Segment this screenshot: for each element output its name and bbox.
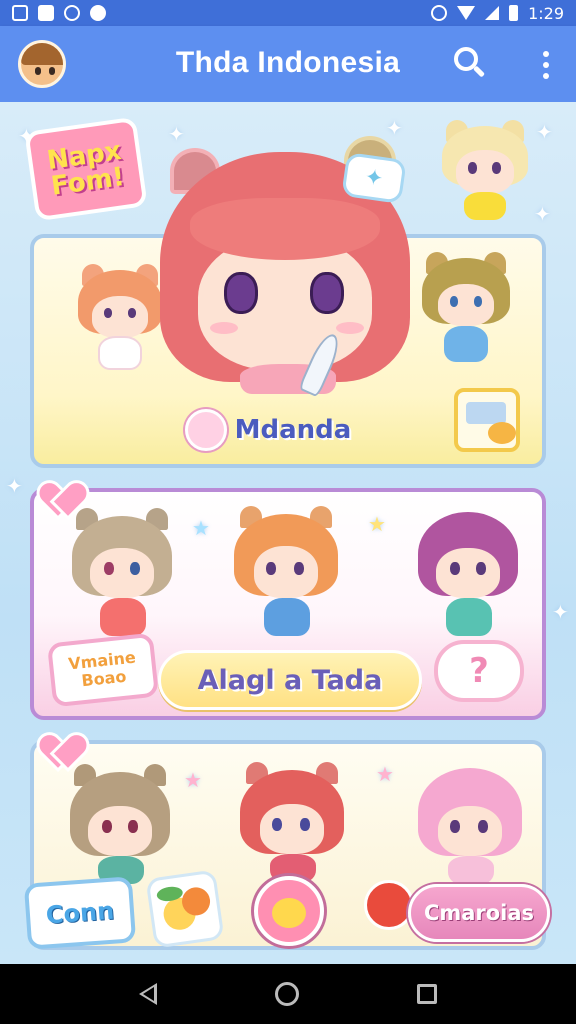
character-ginger-hair	[234, 506, 338, 638]
search-button[interactable]	[450, 44, 490, 84]
game-icon	[90, 5, 106, 21]
smiley-icon	[184, 409, 227, 451]
hero-sticker-text: Napx Fom!	[45, 136, 127, 202]
hero-sticker: Napx Fom!	[24, 116, 148, 222]
home-icon[interactable]	[275, 982, 299, 1006]
menu-dot-icon	[543, 73, 549, 79]
recent-apps-icon[interactable]	[417, 984, 437, 1004]
battery-icon	[509, 5, 519, 21]
heart-icon	[42, 734, 80, 768]
status-time: 1:29	[528, 3, 564, 23]
scenery-icon[interactable]	[454, 388, 520, 452]
star-icon: ★	[368, 512, 386, 536]
help-sticker-icon[interactable]: ?	[434, 640, 524, 702]
status-bar: 1:29	[0, 0, 576, 26]
card-3-label-button[interactable]: Cmaroias	[408, 884, 550, 942]
app-bar: Thda Indonesia	[0, 26, 576, 102]
card-1-label[interactable]: Mdanda	[180, 406, 356, 454]
fruit-icon	[145, 869, 225, 949]
character-grey-hair	[72, 508, 172, 638]
group-card[interactable]: ★ ★ Vmaine Boao Alagl a Tada ?	[30, 488, 546, 720]
sparkle-icon: ✦	[534, 202, 551, 226]
wifi-icon	[457, 6, 476, 20]
shield-icon	[64, 5, 80, 21]
alarm-icon	[431, 5, 448, 21]
star-icon: ★	[192, 516, 210, 540]
system-navigation-bar	[0, 964, 576, 1024]
overflow-menu-button[interactable]	[534, 48, 558, 82]
sparkle-icon: ✦	[6, 474, 23, 498]
character-olive-hair	[422, 252, 510, 366]
bunny-button[interactable]	[254, 876, 324, 946]
system-icons: 1:29	[431, 4, 564, 23]
star-sticker-icon: ✦	[341, 152, 407, 204]
character-blonde	[440, 120, 530, 220]
star-icon: ★	[376, 762, 394, 786]
sparkle-icon: ✦	[552, 600, 569, 624]
signal-icon	[485, 6, 500, 20]
bunny-icon	[272, 898, 306, 928]
character-purple-hair	[418, 508, 518, 638]
card-2-label-button[interactable]: Alagl a Tada	[158, 650, 422, 710]
character-orange-hair	[78, 262, 162, 374]
character-pink-hair	[418, 764, 522, 884]
menu-dot-icon	[543, 62, 549, 68]
image-icon	[38, 5, 54, 21]
content-area: ✦ ✦ ✦ ✦ ✦ ✦ ✦ Napx Fom! Mdanda ✦ ★ ★ Vma…	[0, 102, 576, 964]
sparkle-icon: ✦	[536, 120, 553, 144]
star-icon: ★	[184, 768, 202, 792]
tomato-icon	[364, 880, 414, 930]
menu-dot-icon	[543, 51, 549, 57]
back-icon[interactable]	[139, 983, 157, 1005]
character-taupe-hair	[70, 764, 170, 884]
phone-icon	[12, 5, 28, 21]
character-crimson-hair	[240, 762, 344, 884]
card-2-sticker: Vmaine Boao	[46, 632, 160, 708]
notification-icons	[12, 5, 106, 21]
card-3-sticker[interactable]: Conn	[23, 876, 137, 950]
